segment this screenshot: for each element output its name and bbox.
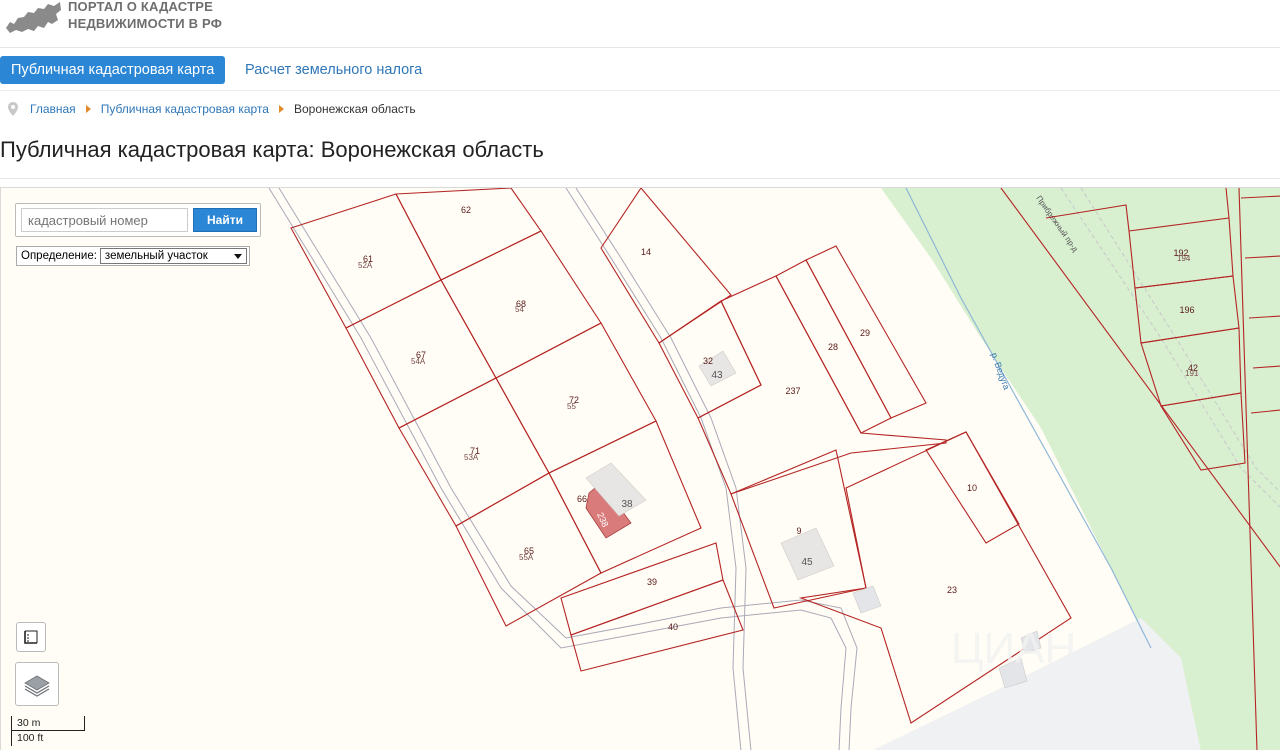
definition-control: Определение: земельный участок: [16, 246, 250, 266]
breadcrumb: Главная Публичная кадастровая карта Воро…: [8, 100, 416, 118]
parcel-sublabel: 55: [567, 402, 576, 411]
cadastral-search: Найти: [15, 203, 261, 237]
map-canvas[interactable]: р. Ведуга Прибрежный пр-д ЦИАН 62 61 14 …: [1, 188, 1280, 750]
breadcrumb-home[interactable]: Главная: [30, 102, 76, 116]
divider: [0, 178, 1280, 179]
parcel-label[interactable]: 66: [577, 494, 587, 504]
scale-imperial: 100 ft: [11, 731, 85, 746]
find-button[interactable]: Найти: [193, 208, 257, 232]
parcel-label[interactable]: 29: [860, 328, 870, 338]
russia-map-logo-icon[interactable]: [4, 0, 62, 34]
building-label[interactable]: 38: [621, 499, 633, 510]
logo-line-2: НЕДВИЖИМОСТИ В РФ: [68, 16, 223, 31]
definition-select[interactable]: земельный участок: [99, 248, 247, 264]
definition-label: Определение:: [21, 250, 97, 262]
layers-icon: [24, 675, 50, 697]
parcel-sublabel: 54: [515, 305, 524, 314]
parcel-label[interactable]: 14: [641, 247, 651, 257]
parcel-sublabel: 54А: [411, 357, 426, 366]
parcel-label[interactable]: 28: [828, 342, 838, 352]
parcel-label[interactable]: 23: [947, 585, 957, 595]
scale-bar: 30 m 100 ft: [11, 716, 87, 748]
breadcrumb-arrow-icon: [278, 105, 284, 113]
parcel-label[interactable]: 9: [796, 526, 801, 536]
measure-button[interactable]: [16, 622, 46, 652]
chevron-down-icon: [233, 253, 242, 259]
parcel-sublabel: 194: [1177, 254, 1191, 263]
parcel-sublabel: 52А: [358, 261, 373, 270]
parcel-label[interactable]: 62: [461, 205, 471, 215]
page: ПОРТАЛ О КАДАСТРЕ НЕДВИЖИМОСТИ В РФ Публ…: [0, 0, 1280, 750]
watermark: ЦИАН: [951, 624, 1076, 673]
layers-button[interactable]: [15, 662, 59, 706]
cadastral-number-input[interactable]: [21, 208, 188, 232]
parcel-label[interactable]: 237: [785, 386, 800, 396]
location-pin-icon: [8, 102, 18, 116]
building-label[interactable]: 43: [711, 370, 723, 381]
breadcrumb-arrow-icon: [85, 105, 91, 113]
parcel-sublabel: 55А: [519, 553, 534, 562]
cadastral-map[interactable]: р. Ведуга Прибрежный пр-д ЦИАН 62 61 14 …: [0, 187, 1280, 750]
parcel-label[interactable]: 32: [703, 356, 713, 366]
breadcrumb-cadastral-map[interactable]: Публичная кадастровая карта: [101, 102, 269, 116]
site-header: ПОРТАЛ О КАДАСТРЕ НЕДВИЖИМОСТИ В РФ: [0, 0, 1280, 48]
scale-metric: 30 m: [11, 716, 85, 731]
main-nav: Публичная кадастровая карта Расчет земел…: [0, 49, 1280, 91]
logo-text[interactable]: ПОРТАЛ О КАДАСТРЕ НЕДВИЖИМОСТИ В РФ: [68, 0, 222, 32]
page-title: Публичная кадастровая карта: Воронежская…: [0, 137, 544, 162]
parcel-sublabel: 53А: [464, 453, 479, 462]
ruler-icon: [24, 630, 38, 644]
logo-line-1: ПОРТАЛ О КАДАСТРЕ: [68, 0, 213, 14]
parcel-sublabel: 191: [1185, 369, 1199, 378]
parcel-label[interactable]: 10: [967, 483, 977, 493]
tab-land-tax[interactable]: Расчет земельного налога: [234, 56, 433, 84]
parcel-label[interactable]: 40: [668, 622, 678, 632]
building-label[interactable]: 45: [801, 557, 813, 568]
parcel-label[interactable]: 39: [647, 577, 657, 587]
parcel-label[interactable]: 196: [1179, 305, 1194, 315]
tab-cadastral-map[interactable]: Публичная кадастровая карта: [0, 56, 226, 84]
definition-selected: земельный участок: [104, 250, 208, 262]
breadcrumb-current: Воронежская область: [293, 102, 416, 116]
